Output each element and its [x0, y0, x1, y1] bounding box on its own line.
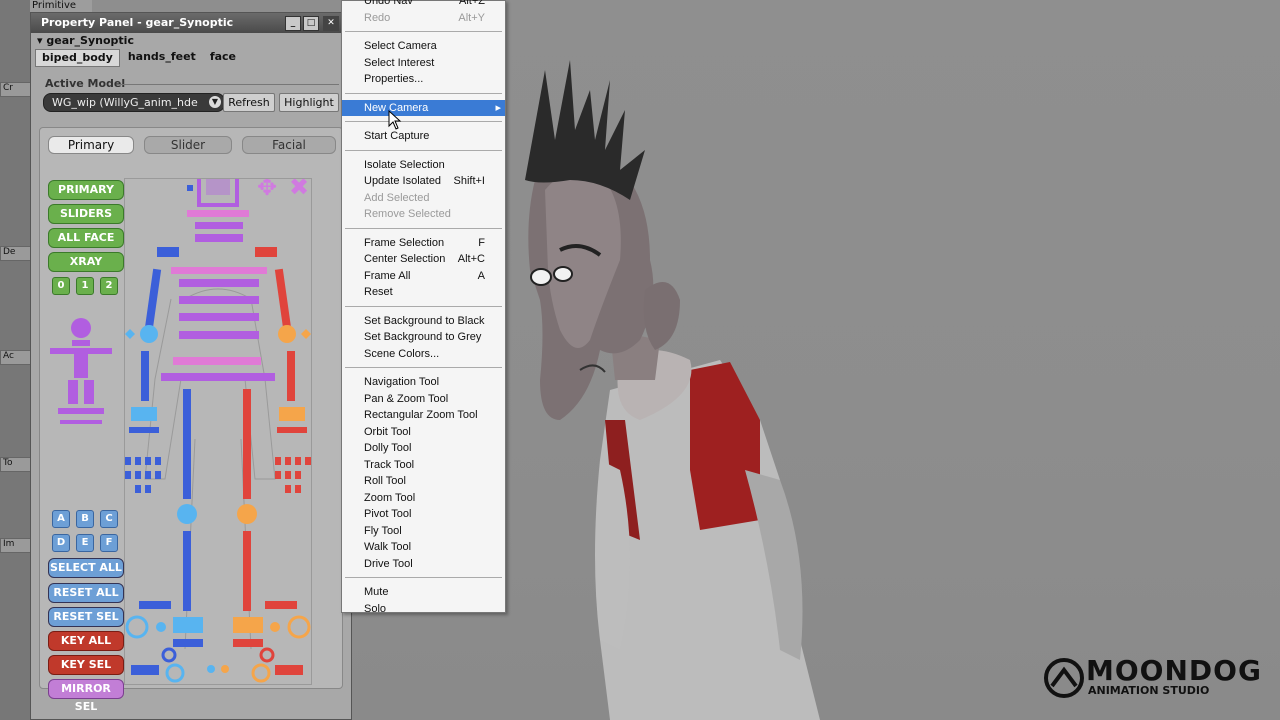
menu-shortcut: A [477, 269, 485, 282]
menu-item-pan-zoom-tool[interactable]: Pan & Zoom Tool [342, 391, 505, 407]
menu-item-scene-colors[interactable]: Scene Colors... [342, 346, 505, 362]
menu-separator [345, 305, 502, 307]
submenu-arrow-icon: ▸ [495, 101, 501, 114]
menu-item-fly-tool[interactable]: Fly Tool [342, 523, 505, 539]
reset-icon[interactable]: ✖ [289, 178, 309, 201]
active-model-dropdown[interactable]: WG_wip (WillyG_anim_hde ▼ [43, 93, 225, 112]
maximize-icon[interactable]: □ [303, 16, 319, 31]
active-model-label: Active Model [45, 77, 126, 90]
menu-item-dolly-tool[interactable]: Dolly Tool [342, 440, 505, 456]
primary-button[interactable]: PRIMARY [48, 180, 124, 200]
mirror-sel-button[interactable]: MIRROR SEL [48, 679, 124, 713]
menu-item-track-tool[interactable]: Track Tool [342, 457, 505, 473]
tab-face[interactable]: face [204, 49, 242, 67]
menu-item-navigation-tool[interactable]: Navigation Tool [342, 374, 505, 390]
close-icon[interactable]: ✕ [323, 16, 339, 31]
tab-primary[interactable]: Primary [48, 136, 134, 154]
tab-biped-body[interactable]: biped_body [35, 49, 120, 67]
highlight-button[interactable]: Highlight [279, 93, 339, 112]
pick-c-button[interactable]: C [100, 510, 118, 528]
moondog-logo-icon [1044, 658, 1084, 698]
select-all-button[interactable]: SELECT ALL [48, 558, 124, 578]
body-picker: ✥ ✖ [124, 178, 312, 685]
pick-e-button[interactable]: E [76, 534, 94, 552]
menu-item-mute[interactable]: Mute [342, 584, 505, 600]
menu-item-orbit-tool[interactable]: Orbit Tool [342, 424, 505, 440]
menu-item-roll-tool[interactable]: Roll Tool [342, 473, 505, 489]
menu-separator [345, 92, 502, 94]
divider [119, 84, 339, 85]
synoptic-area: Primary Slider Facial PRIMARY SLIDERS AL… [39, 127, 343, 713]
minimize-icon[interactable]: _ [285, 16, 301, 31]
menu-separator [345, 227, 502, 229]
key-all-button[interactable]: KEY ALL [48, 631, 124, 651]
character-model [525, 60, 820, 720]
tab-slider[interactable]: Slider [144, 136, 232, 154]
pick-a-button[interactable]: A [52, 510, 70, 528]
pick-f-button[interactable]: F [100, 534, 118, 552]
collapse-icon[interactable]: ▾ [37, 34, 43, 47]
menu-item-center-selection[interactable]: Center Selection Alt+C [342, 251, 505, 267]
synoptic-page-tabs: biped_body hands_feet face [31, 49, 351, 67]
pick-b-button[interactable]: B [76, 510, 94, 528]
menu-item-pivot-tool[interactable]: Pivot Tool [342, 506, 505, 522]
menu-item-zoom-tool[interactable]: Zoom Tool [342, 490, 505, 506]
menu-separator [345, 577, 502, 578]
xray-level-1-button[interactable]: 1 [76, 277, 94, 295]
figure-icon[interactable] [46, 316, 116, 426]
menu-item-isolate-selection[interactable]: Isolate Selection [342, 157, 505, 173]
menu-item-update-isolated[interactable]: Update Isolated Shift+I [342, 173, 505, 189]
mouse-cursor-icon [388, 110, 402, 130]
menu-shortcut: Shift+I [453, 175, 486, 187]
tab-hands-feet[interactable]: hands_feet [122, 49, 202, 67]
menu-item-select-interest[interactable]: Select Interest [342, 55, 505, 71]
viewport-context-menu: Undo Nav Alt+Z Redo Alt+Y Select Camera Selec… [341, 0, 506, 615]
menu-item-solo[interactable]: Solo [342, 601, 505, 617]
xray-level-0-button[interactable]: 0 [52, 277, 70, 295]
property-panel: Property Panel - gear_Synoptic _ □ ✕ ▾ g… [30, 12, 352, 720]
menu-shortcut: Alt+C [457, 253, 485, 265]
menu-item-redo[interactable]: Redo Alt+Y [342, 10, 505, 26]
menu-separator [345, 31, 502, 32]
menu-item-walk-tool[interactable]: Walk Tool [342, 539, 505, 555]
synoptic-header[interactable]: ▾ gear_Synoptic [31, 33, 351, 49]
menu-item-new-camera[interactable]: New Camera ▸ [342, 99, 505, 116]
xray-button[interactable]: XRAY [48, 252, 124, 272]
panel-titlebar[interactable]: Property Panel - gear_Synoptic _ □ ✕ [31, 13, 351, 33]
menu-item-set-background-to-grey[interactable]: Set Background to Grey [342, 329, 505, 345]
move-icon[interactable]: ✥ [257, 178, 277, 201]
reset-sel-button[interactable]: RESET SEL [48, 607, 124, 627]
all-face-button[interactable]: ALL FACE [48, 228, 124, 248]
menu-separator [345, 367, 502, 368]
refresh-button[interactable]: Refresh [223, 93, 275, 112]
menu-item-rectangular-zoom-tool[interactable]: Rectangular Zoom Tool [342, 407, 505, 423]
logo-tagline: ANIMATION STUDIO [1088, 684, 1210, 697]
menu-item-remove-selected[interactable]: Remove Selected [342, 206, 505, 222]
sliders-button[interactable]: SLIDERS [48, 204, 124, 224]
menu-item-set-background-to-black[interactable]: Set Background to Black [342, 313, 505, 329]
pick-d-button[interactable]: D [52, 534, 70, 552]
reset-all-button[interactable]: RESET ALL [48, 583, 124, 603]
menu-item-frame-selection[interactable]: Frame Selection F [342, 235, 505, 251]
tab-facial[interactable]: Facial [242, 136, 336, 154]
panel-title: Property Panel - gear_Synoptic [41, 16, 234, 29]
menu-shortcut: Alt+Z [459, 0, 485, 7]
menu-shortcut: F [478, 236, 485, 249]
menu-shortcut: Alt+Y [458, 11, 485, 24]
menu-item-drive-tool[interactable]: Drive Tool [342, 556, 505, 572]
menu-item-undo-nav[interactable]: Undo Nav Alt+Z [342, 0, 505, 9]
xray-level-2-button[interactable]: 2 [100, 277, 118, 295]
logo-name: MOONDOG [1086, 654, 1262, 687]
menu-item-start-capture[interactable]: Start Capture [342, 128, 505, 144]
menu-separator [345, 121, 502, 122]
menu-separator [345, 149, 502, 151]
menu-item-add-selected[interactable]: Add Selected [342, 190, 505, 206]
menu-item-frame-all[interactable]: Frame All A [342, 268, 505, 284]
menu-item-properties[interactable]: Properties... [342, 71, 505, 87]
chevron-down-icon[interactable]: ▼ [209, 96, 221, 108]
menu-item-select-camera[interactable]: Select Camera [342, 38, 505, 54]
menu-item-reset[interactable]: Reset [342, 284, 505, 300]
studio-logo: MOONDOG ANIMATION STUDIO [1042, 654, 1262, 700]
key-sel-button[interactable]: KEY SEL [48, 655, 124, 675]
